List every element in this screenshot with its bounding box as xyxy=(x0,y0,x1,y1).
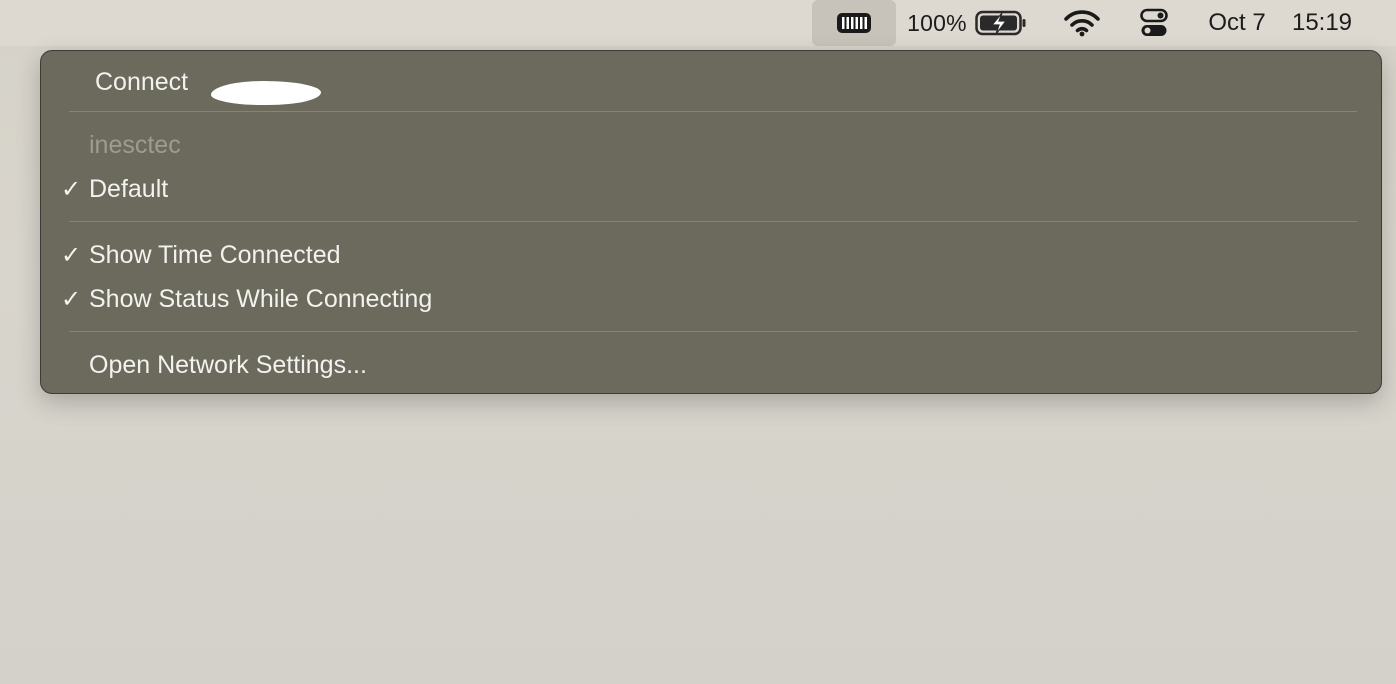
menu-bar: 100% Oct 7 15:19 xyxy=(0,0,1396,46)
menu-item-open-network-settings-label: Open Network Settings... xyxy=(89,350,367,379)
menu-item-default[interactable]: ✓ Default xyxy=(41,169,1381,209)
menu-separator xyxy=(69,221,1357,222)
checkmark-icon: ✓ xyxy=(60,241,82,269)
menu-item-show-status-label: Show Status While Connecting xyxy=(89,284,433,313)
menu-item-connect[interactable]: Connect xyxy=(41,62,1381,105)
menu-item-default-label: Default xyxy=(89,174,169,203)
menu-item-show-status-while-connecting[interactable]: ✓ Show Status While Connecting xyxy=(41,279,1381,319)
wifi-icon-graphic xyxy=(1064,10,1100,37)
redacted-vpn-name xyxy=(211,81,321,105)
menu-item-show-time-connected[interactable]: ✓ Show Time Connected xyxy=(41,235,1381,275)
menu-item-open-network-settings[interactable]: Open Network Settings... xyxy=(41,345,1381,385)
checkmark-icon: ✓ xyxy=(60,175,82,203)
control-center-icon-graphic xyxy=(1140,8,1168,36)
wifi-icon[interactable] xyxy=(1060,0,1104,46)
vpn-dropdown-menu: Connect inesctec ✓ Default ✓ Show Time C… xyxy=(40,50,1382,394)
menu-section-header: inesctec xyxy=(41,125,1381,165)
menu-separator xyxy=(69,111,1357,112)
control-center-icon[interactable] xyxy=(1136,0,1172,46)
battery-percentage[interactable]: 100% xyxy=(906,0,968,46)
checkmark-icon: ✓ xyxy=(60,285,82,313)
menubar-time[interactable]: 15:19 xyxy=(1282,0,1362,46)
battery-charging-icon[interactable] xyxy=(974,0,1028,46)
menu-separator xyxy=(69,331,1357,332)
menu-item-show-time-connected-label: Show Time Connected xyxy=(89,240,341,269)
battery-charging-icon-graphic xyxy=(975,10,1026,36)
menubar-date[interactable]: Oct 7 xyxy=(1198,0,1276,46)
menu-item-connect-label: Connect xyxy=(95,67,189,96)
section-header-label: inesctec xyxy=(89,130,181,159)
vpn-status-icon-graphic xyxy=(837,13,871,33)
vpn-status-icon[interactable] xyxy=(812,0,896,46)
